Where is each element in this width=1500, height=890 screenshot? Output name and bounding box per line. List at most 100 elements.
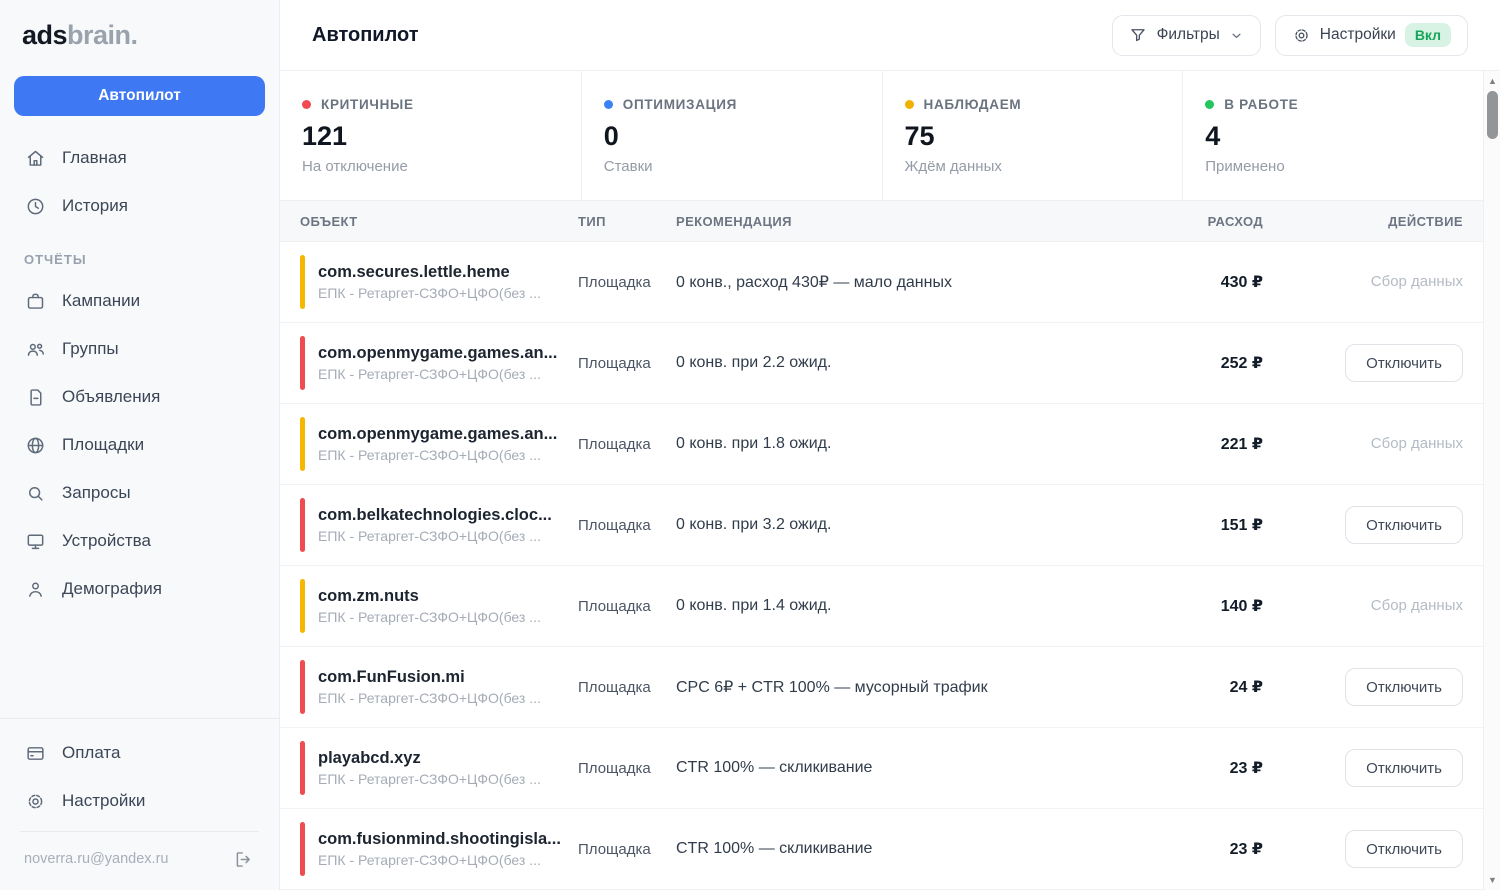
object-name: com.openmygame.games.an... <box>318 425 557 444</box>
brand-logo-primary: ads <box>22 20 67 50</box>
scrollbar-thumb[interactable] <box>1487 91 1498 139</box>
disable-button[interactable]: Отключить <box>1345 749 1463 787</box>
spend-value: 23 ₽ <box>1093 758 1263 778</box>
object-campaign: ЕПК - Ретаргет-СЗФО+ЦФО(без ... <box>318 690 541 706</box>
object-name: com.secures.lettle.heme <box>318 263 541 282</box>
chevron-down-icon <box>1229 28 1244 43</box>
stat-card-active: В РАБОТЕ 4 Применено <box>1182 71 1483 200</box>
spend-value: 23 ₽ <box>1093 839 1263 859</box>
severity-bar <box>300 417 305 471</box>
spend-value: 221 ₽ <box>1093 434 1263 454</box>
stat-sublabel: Применено <box>1205 158 1459 175</box>
stat-value: 121 <box>302 121 557 152</box>
action-cell: Сбор данных <box>1263 597 1463 615</box>
settings-button[interactable]: Настройки Вкл <box>1275 15 1468 56</box>
vertical-scrollbar[interactable]: ▲ ▼ <box>1483 71 1500 890</box>
sidebar: adsbrain. Автопилот Главная История ОТЧЁ… <box>0 0 280 890</box>
object-campaign: ЕПК - Ретаргет-СЗФО+ЦФО(без ... <box>318 447 557 463</box>
object-campaign: ЕПК - Ретаргет-СЗФО+ЦФО(без ... <box>318 366 557 382</box>
scroll-down-icon[interactable]: ▼ <box>1484 875 1500 885</box>
object-cell: com.secures.lettle.heme ЕПК - Ретаргет-С… <box>300 255 578 309</box>
sidebar-item-label: Оплата <box>62 743 120 763</box>
filters-button[interactable]: Фильтры <box>1112 15 1261 56</box>
table-row: com.fusionmind.shootingisla... ЕПК - Рет… <box>280 809 1483 890</box>
sidebar-item-label: История <box>62 196 128 216</box>
sidebar-item-devices[interactable]: Устройства <box>0 517 279 565</box>
table-row: com.FunFusion.mi ЕПК - Ретаргет-СЗФО+ЦФО… <box>280 647 1483 728</box>
recommendation-text: 0 конв. при 3.2 ожид. <box>676 516 1093 534</box>
col-header-object: ОБЪЕКТ <box>300 214 578 229</box>
object-cell: com.fusionmind.shootingisla... ЕПК - Рет… <box>300 822 578 876</box>
status-dot-blue <box>604 100 613 109</box>
header-actions: Фильтры Настройки Вкл <box>1112 15 1468 56</box>
recommendation-text: CTR 100% — скликивание <box>676 840 1093 858</box>
disable-button[interactable]: Отключить <box>1345 830 1463 868</box>
settings-button-label: Настройки <box>1320 26 1396 44</box>
object-campaign: ЕПК - Ретаргет-СЗФО+ЦФО(без ... <box>318 852 561 868</box>
account-email: noverra.ru@yandex.ru <box>24 851 168 867</box>
disable-button[interactable]: Отключить <box>1345 344 1463 382</box>
table-header: ОБЪЕКТ ТИП РЕКОМЕНДАЦИЯ РАСХОД ДЕЙСТВИЕ <box>280 201 1483 242</box>
sidebar-item-label: Площадки <box>62 435 144 455</box>
main-area: Автопилот Фильтры Настройки Вкл <box>280 0 1500 890</box>
severity-bar <box>300 579 305 633</box>
table-row: com.secures.lettle.heme ЕПК - Ретаргет-С… <box>280 242 1483 323</box>
object-type: Площадка <box>578 841 676 858</box>
table-row: playabcd.xyz ЕПК - Ретаргет-СЗФО+ЦФО(без… <box>280 728 1483 809</box>
table-body: com.secures.lettle.heme ЕПК - Ретаргет-С… <box>280 242 1500 890</box>
recommendation-text: 0 конв. при 1.4 ожид. <box>676 597 1093 615</box>
group-icon <box>24 338 46 360</box>
sidebar-item-label: Объявления <box>62 387 160 407</box>
severity-bar <box>300 741 305 795</box>
table-row: com.zm.nuts ЕПК - Ретаргет-СЗФО+ЦФО(без … <box>280 566 1483 647</box>
scroll-up-icon[interactable]: ▲ <box>1484 76 1500 86</box>
sidebar-item-payment[interactable]: Оплата <box>0 729 279 777</box>
object-name: com.openmygame.games.an... <box>318 344 557 363</box>
sidebar-spacer <box>0 613 279 718</box>
severity-bar <box>300 660 305 714</box>
sidebar-item-campaigns[interactable]: Кампании <box>0 277 279 325</box>
col-header-spend: РАСХОД <box>1093 214 1263 229</box>
object-name: com.fusionmind.shootingisla... <box>318 830 561 849</box>
severity-bar <box>300 822 305 876</box>
app-root: adsbrain. Автопилот Главная История ОТЧЁ… <box>0 0 1500 890</box>
logout-icon[interactable] <box>233 848 255 870</box>
sidebar-item-home[interactable]: Главная <box>0 134 279 182</box>
object-cell: com.belkatechnologies.cloc... ЕПК - Рета… <box>300 498 578 552</box>
stat-card-optimization: ОПТИМИЗАЦИЯ 0 Ставки <box>581 71 882 200</box>
sidebar-item-queries[interactable]: Запросы <box>0 469 279 517</box>
sidebar-item-demography[interactable]: Демография <box>0 565 279 613</box>
stat-value: 4 <box>1205 121 1459 152</box>
sidebar-item-label: Группы <box>62 339 119 359</box>
sidebar-item-placements[interactable]: Площадки <box>0 421 279 469</box>
content-scroll-area: КРИТИЧНЫЕ 121 На отключение ОПТИМИЗАЦИЯ … <box>280 71 1500 890</box>
object-cell: com.zm.nuts ЕПК - Ретаргет-СЗФО+ЦФО(без … <box>300 579 578 633</box>
person-icon <box>24 578 46 600</box>
sidebar-item-settings[interactable]: Настройки <box>0 777 279 825</box>
disable-button[interactable]: Отключить <box>1345 668 1463 706</box>
sidebar-item-groups[interactable]: Группы <box>0 325 279 373</box>
autopilot-button[interactable]: Автопилот <box>14 76 265 116</box>
disable-button[interactable]: Отключить <box>1345 506 1463 544</box>
sidebar-nav: Главная История ОТЧЁТЫ Кампании Группы <box>0 134 279 613</box>
search-icon <box>24 482 46 504</box>
object-campaign: ЕПК - Ретаргет-СЗФО+ЦФО(без ... <box>318 609 541 625</box>
action-cell: Отключить <box>1263 506 1463 544</box>
briefcase-icon <box>24 290 46 312</box>
action-cell: Сбор данных <box>1263 273 1463 291</box>
object-cell: com.openmygame.games.an... ЕПК - Ретарге… <box>300 417 578 471</box>
object-name: com.belkatechnologies.cloc... <box>318 506 552 525</box>
recommendation-text: 0 конв. при 2.2 ожид. <box>676 354 1093 372</box>
spend-value: 24 ₽ <box>1093 677 1263 697</box>
sidebar-item-label: Устройства <box>62 531 151 551</box>
sidebar-item-history[interactable]: История <box>0 182 279 230</box>
sidebar-item-ads[interactable]: Объявления <box>0 373 279 421</box>
col-header-type: ТИП <box>578 214 676 229</box>
table-row: com.openmygame.games.an... ЕПК - Ретарге… <box>280 323 1483 404</box>
object-cell: playabcd.xyz ЕПК - Ретаргет-СЗФО+ЦФО(без… <box>300 741 578 795</box>
object-name: com.zm.nuts <box>318 587 541 606</box>
status-dot-green <box>1205 100 1214 109</box>
action-cell: Отключить <box>1263 749 1463 787</box>
object-type: Площадка <box>578 517 676 534</box>
sidebar-item-label: Запросы <box>62 483 131 503</box>
